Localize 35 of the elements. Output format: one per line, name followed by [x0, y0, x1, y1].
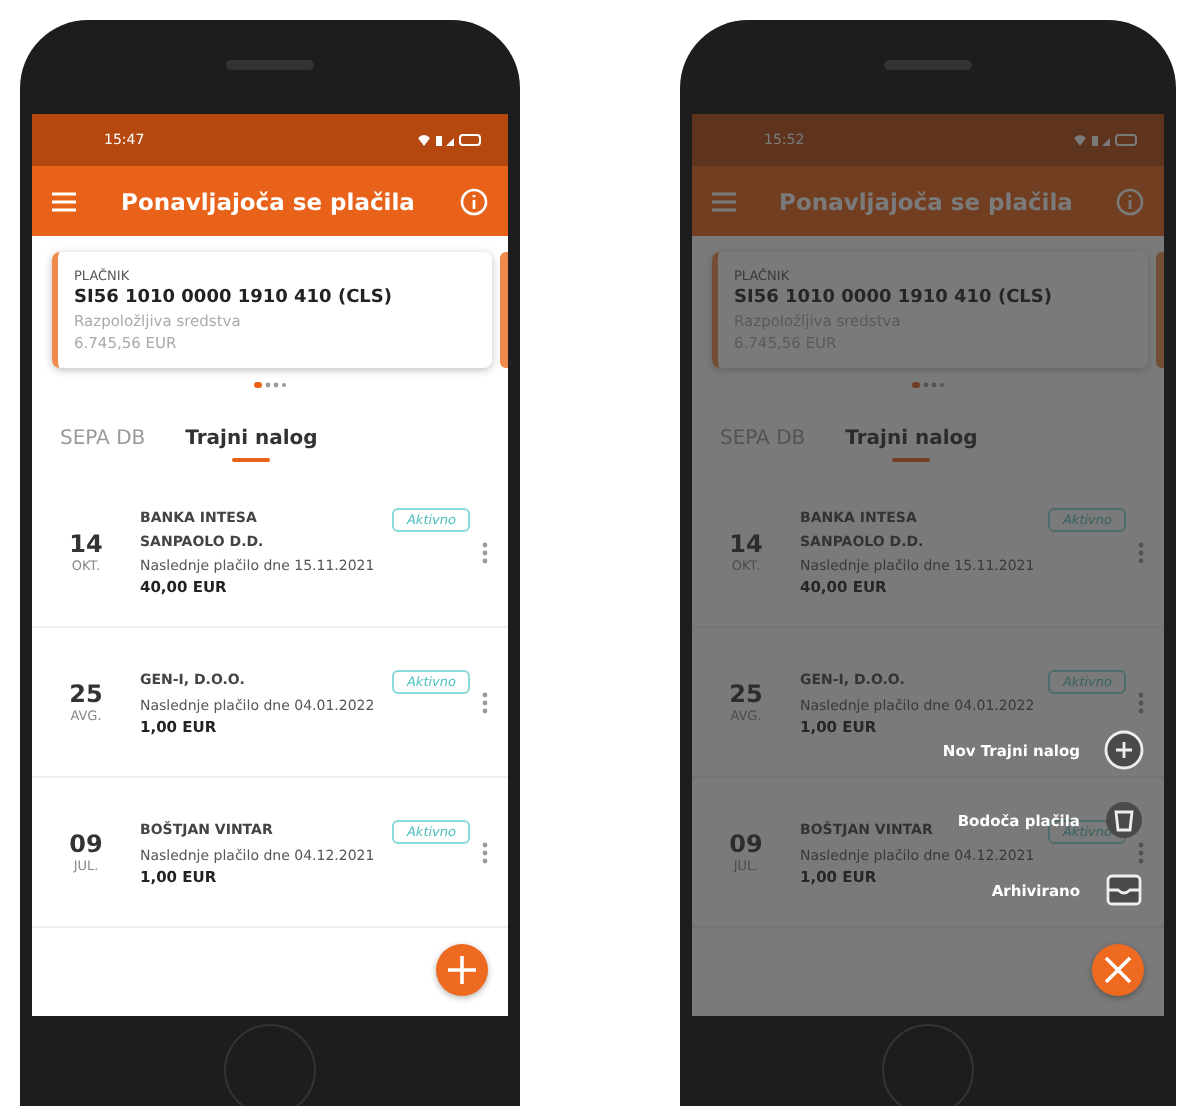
- more-icon[interactable]: [482, 841, 488, 863]
- day-number: 14: [729, 530, 763, 558]
- tray-icon[interactable]: [1104, 870, 1144, 910]
- day-number: 09: [69, 830, 103, 858]
- info-icon[interactable]: [459, 187, 488, 215]
- menu-icon[interactable]: [52, 191, 76, 211]
- more-icon[interactable]: [1138, 541, 1144, 563]
- tab[interactable]: SEPA DB: [60, 428, 146, 462]
- day-number: 25: [69, 680, 103, 708]
- plus-circle-icon[interactable]: [1104, 730, 1144, 770]
- more-icon[interactable]: [482, 541, 488, 563]
- info-icon[interactable]: [1115, 187, 1144, 215]
- account-number: SI56 1010 0000 1910 410 (CLS): [74, 288, 395, 308]
- close-icon: [1104, 956, 1132, 984]
- next-card-edge: [500, 252, 508, 368]
- more-icon[interactable]: [1138, 691, 1144, 713]
- plus-icon: [448, 956, 476, 984]
- next-card-edge: [1156, 252, 1164, 368]
- tab[interactable]: Trajni nalog: [185, 428, 318, 462]
- day-number: 25: [729, 680, 763, 708]
- status-icons: [416, 132, 484, 148]
- close-button[interactable]: [1092, 944, 1144, 996]
- page-indicator: [254, 382, 286, 388]
- add-button[interactable]: [436, 944, 488, 996]
- menu-icon[interactable]: [712, 191, 736, 211]
- page-indicator: [912, 382, 944, 388]
- tab[interactable]: Trajni nalog: [845, 428, 978, 462]
- day-number: 09: [729, 830, 763, 858]
- more-icon[interactable]: [482, 691, 488, 713]
- screen-title: Ponavljajoča se plačila: [779, 187, 1073, 215]
- screen-title: Ponavljajoča se plačila: [121, 187, 415, 215]
- account-number: SI56 1010 0000 1910 410 (CLS): [734, 288, 1055, 308]
- day-number: 14: [69, 530, 103, 558]
- status-icons: [1072, 132, 1140, 148]
- more-icon[interactable]: [1138, 841, 1144, 863]
